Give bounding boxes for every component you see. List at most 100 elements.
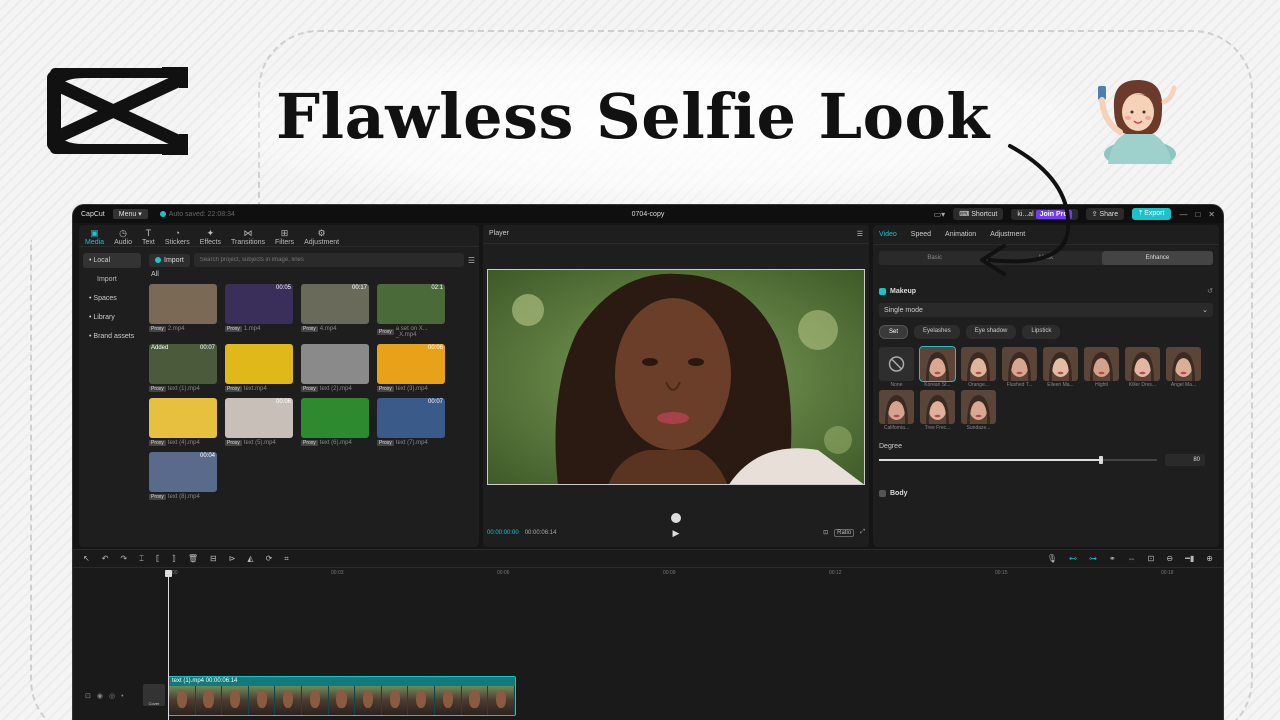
tab-filters[interactable]: ⊞ Filters [275,228,294,246]
select-tool-icon[interactable]: ↖ [83,554,90,563]
tab-adjustment[interactable]: Adjustment [990,231,1025,238]
link-icon[interactable]: ⚭ [1109,554,1116,563]
tab-video[interactable]: Video [879,231,897,238]
tab-animation[interactable]: Animation [945,231,976,238]
filter-all[interactable]: All [151,271,475,278]
side-item-library[interactable]: • Library [83,310,141,325]
caption-icon[interactable]: ⊡ [1148,554,1155,563]
main-track-magnet-icon[interactable]: ⊷ [1069,554,1077,563]
crop-icon[interactable]: ⌗ [284,554,289,564]
tab-text[interactable]: T Text [142,228,155,246]
media-item[interactable]: Added 00:07 Proxy text (1).mp4 [149,344,217,392]
fit-screen-icon[interactable]: ⊡ [823,529,828,537]
chip-set[interactable]: Set [879,325,909,339]
media-item[interactable]: 00:07 Proxy text (7).mp4 [377,398,445,446]
mute-track-icon[interactable]: ◎ [109,692,115,700]
fullscreen-icon[interactable]: ⤢ [860,529,865,537]
chip-eye-shadow[interactable]: Eye shadow [965,325,1017,339]
media-item[interactable]: 00:17 Proxy 4.mp4 [301,284,369,338]
undo-icon[interactable]: ↶ [102,554,109,563]
shortcut-button[interactable]: ⌨ Shortcut [953,208,1004,220]
tab-media[interactable]: ▣ Media [85,228,104,246]
makeup-preset[interactable]: Flushed T... [1002,347,1037,388]
subtab-mask[interactable]: Mask [990,251,1101,265]
media-search-input[interactable] [193,253,464,267]
zoom-out-icon[interactable]: ⊖ [1166,554,1173,563]
delete-icon[interactable]: 🗑 [188,554,198,563]
split-icon[interactable]: ⌶ [139,554,144,564]
media-item[interactable]: Proxy text.mp4 [225,344,293,392]
zoom-fit-icon[interactable]: ⊕ [1206,554,1213,563]
makeup-checkbox[interactable] [879,287,886,295]
menu-button[interactable]: Menu ▾ [112,209,148,219]
import-button[interactable]: Import [149,253,190,267]
makeup-mode-select[interactable]: Single mode ⌄ [879,303,1213,317]
tab-audio[interactable]: ◷ Audio [114,228,132,246]
tab-effects[interactable]: ✦ Effects [200,228,221,246]
zoom-slider-icon[interactable]: ━▮ [1185,554,1194,563]
side-item-import[interactable]: Import [83,272,141,287]
auto-snap-icon[interactable]: ⊶ [1089,554,1097,563]
media-item[interactable]: 00:06 Proxy text (3).mp4 [377,344,445,392]
makeup-preset[interactable]: Hightl [1084,347,1119,388]
media-item[interactable]: 02:1 Proxy a set on X... _X.mp4 [377,284,445,338]
freeze-icon[interactable]: ⊟ [210,554,217,563]
tab-transitions[interactable]: ⋈ Transitions [231,228,265,246]
preview-axis-icon[interactable]: ⇔ [1128,554,1136,563]
media-item[interactable]: Proxy text (6).mp4 [301,398,369,446]
tab-adjustment[interactable]: ⚙ Adjustment [304,228,339,246]
minimize-icon[interactable]: — [1179,210,1187,219]
reset-icon[interactable]: ↺ [1207,287,1213,295]
track-more-icon[interactable]: • [121,693,123,700]
makeup-preset[interactable]: Sundaze... [961,390,996,431]
player-menu-icon[interactable]: ☰ [857,230,863,238]
split-left-icon[interactable]: ⟦ [156,554,160,563]
makeup-preset[interactable]: Orange... [961,347,996,388]
subtab-basic[interactable]: Basic [879,251,990,265]
hide-track-icon[interactable]: ◉ [97,692,103,700]
makeup-preset[interactable]: Tree Frec... [920,390,955,431]
degree-slider-thumb[interactable] [1099,456,1104,464]
timeline-ruler[interactable]: 00:0000:0300:0600:0900:1200:1500:18 [165,570,1215,580]
export-button[interactable]: ⤒ Export [1132,208,1172,220]
media-item[interactable]: Proxy text (4).mp4 [149,398,217,446]
makeup-preset[interactable]: Killer Dres... [1125,347,1160,388]
split-right-icon[interactable]: ⟧ [172,554,176,563]
tab-speed[interactable]: Speed [911,231,931,238]
join-pro-badge[interactable]: Join Pro [1035,209,1072,219]
user-pro-button[interactable]: ki...al Join Pro [1011,208,1078,220]
subtab-enhance[interactable]: Enhance [1101,251,1213,265]
microphone-icon[interactable]: 🎙 [1047,554,1057,563]
chip-lipstick[interactable]: Lipstick [1022,325,1061,339]
side-item-spaces[interactable]: • Spaces [83,291,141,306]
play-icon[interactable]: ▶ [673,528,680,539]
video-preview[interactable] [487,269,865,485]
media-item[interactable]: 00:05 Proxy 1.mp4 [225,284,293,338]
media-item[interactable]: 00:06 Proxy text (5).mp4 [225,398,293,446]
list-view-icon[interactable]: ☰ [468,256,475,265]
tab-stickers[interactable]: ◔ Stickers [165,228,190,246]
body-checkbox[interactable] [879,490,886,497]
scrub-handle-icon[interactable] [671,513,681,523]
layout-icon[interactable]: ▭▾ [934,210,946,219]
mirror-icon[interactable]: ◭ [247,554,253,563]
ratio-button[interactable]: Ratio [834,529,855,537]
close-icon[interactable]: ✕ [1208,210,1215,219]
makeup-preset[interactable]: Eileen Ma... [1043,347,1078,388]
media-item[interactable]: 00:04 Proxy text (8).mp4 [149,452,217,500]
video-clip[interactable]: text (1).mp4 00:00:06:14 [168,676,516,716]
degree-value-input[interactable]: 80 [1165,454,1205,466]
makeup-preset[interactable]: None [879,347,914,388]
rotate-icon[interactable]: ⟳ [266,554,273,563]
playhead[interactable] [165,570,172,720]
share-button[interactable]: ⇪ Share [1085,208,1125,220]
side-item-local[interactable]: • Local [83,253,141,268]
side-item-brand-assets[interactable]: • Brand assets [83,329,141,344]
redo-icon[interactable]: ↷ [120,554,127,563]
media-item[interactable]: Proxy 2.mp4 [149,284,217,338]
media-item[interactable]: Proxy text (2).mp4 [301,344,369,392]
makeup-preset[interactable]: California... [879,390,914,431]
makeup-preset[interactable]: Angel Ma... [1166,347,1201,388]
makeup-preset[interactable]: Korean St... [919,346,956,388]
cover-thumbnail[interactable]: Cover [143,684,165,706]
